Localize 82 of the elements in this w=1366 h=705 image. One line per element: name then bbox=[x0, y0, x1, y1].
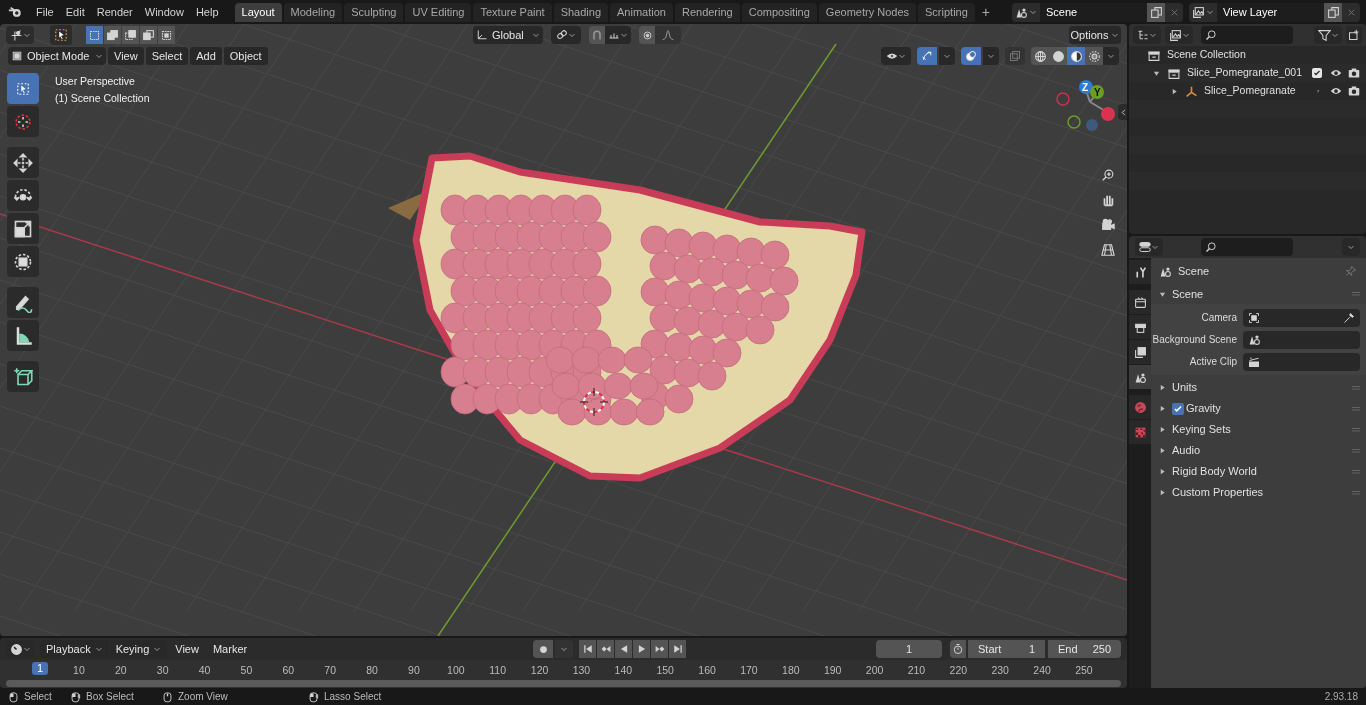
current-frame-field[interactable]: 1 bbox=[876, 640, 942, 658]
workspace-tab[interactable]: Modeling bbox=[283, 2, 343, 22]
frame-number: 190 bbox=[822, 663, 843, 678]
frame-number: 250 bbox=[1074, 663, 1094, 678]
version-label: 2.93.18 bbox=[1324, 690, 1358, 704]
frame-number: 210 bbox=[906, 663, 927, 678]
viewport-menu[interactable]: View bbox=[108, 47, 144, 65]
panel-title[interactable]: Scene bbox=[1172, 285, 1204, 303]
menu-item[interactable]: Window bbox=[138, 2, 190, 22]
menu-item[interactable]: Help bbox=[189, 2, 225, 22]
scene-name-field[interactable]: Scene bbox=[1040, 2, 1147, 22]
status-hint: Zoom View bbox=[178, 690, 228, 704]
field-label: Camera bbox=[1200, 311, 1238, 325]
panel-title[interactable]: Rigid Body World bbox=[1172, 463, 1257, 480]
panel-title[interactable]: Units bbox=[1172, 379, 1198, 396]
options-dropdown[interactable]: Options bbox=[1069, 26, 1121, 44]
panel-title[interactable]: Audio bbox=[1172, 442, 1201, 459]
workspace-tab[interactable]: UV Editing bbox=[405, 2, 472, 22]
timeline-dropdown[interactable]: Playback bbox=[40, 640, 109, 658]
mode-dropdown[interactable]: Object Mode bbox=[8, 47, 106, 65]
workspace-tab[interactable]: Rendering bbox=[674, 2, 740, 22]
status-hint: Box Select bbox=[86, 690, 134, 704]
panel-title[interactable]: Custom Properties bbox=[1172, 484, 1264, 501]
viewport-info-text: (1) Scene Collection bbox=[55, 92, 150, 104]
menu-item[interactable]: File bbox=[30, 2, 60, 22]
end-frame-field[interactable]: End 250 bbox=[1048, 640, 1121, 658]
frame-number: 130 bbox=[571, 663, 592, 678]
outliner-item[interactable]: Scene Collection bbox=[1167, 47, 1246, 63]
frame-number: 60 bbox=[281, 663, 296, 678]
panel-title[interactable]: Gravity bbox=[1186, 400, 1221, 417]
workspace-tab[interactable]: Compositing bbox=[741, 2, 817, 22]
status-hint: Lasso Select bbox=[324, 690, 382, 704]
view-layer-name-field[interactable]: View Layer bbox=[1217, 2, 1324, 22]
frame-number: 50 bbox=[239, 663, 254, 678]
workspace-tab[interactable]: Geometry Nodes bbox=[818, 2, 916, 22]
frame-number: 30 bbox=[155, 663, 170, 678]
playhead-frame-indicator[interactable]: 1 bbox=[32, 662, 49, 675]
outliner-item[interactable]: Slice_Pomegranate_001 bbox=[1187, 65, 1302, 81]
timeline-menu[interactable]: Marker bbox=[206, 640, 254, 658]
frame-number: 170 bbox=[739, 663, 759, 678]
orientation-dropdown[interactable]: Global bbox=[473, 26, 543, 44]
status-hint: Select bbox=[24, 690, 52, 704]
field-label: Active Clip bbox=[1188, 355, 1238, 369]
frame-number: 180 bbox=[781, 663, 801, 678]
frame-number: 240 bbox=[1032, 663, 1052, 678]
workspace-tab[interactable]: Scripting bbox=[918, 2, 975, 22]
workspace-tab[interactable]: Layout bbox=[234, 2, 282, 22]
frame-number: 90 bbox=[407, 663, 421, 678]
frame-number: 160 bbox=[697, 663, 717, 678]
field-label: Background Scene bbox=[1151, 333, 1238, 347]
frame-number: 70 bbox=[323, 663, 338, 678]
workspace-tab[interactable]: Texture Paint bbox=[473, 2, 552, 22]
viewport-menu[interactable]: Object bbox=[223, 47, 268, 65]
axis-label: Z bbox=[1082, 82, 1089, 93]
outliner-item[interactable]: Slice_Pomegranate bbox=[1204, 83, 1296, 99]
viewport-menu[interactable]: Select bbox=[145, 47, 189, 65]
menu-item[interactable]: Edit bbox=[59, 2, 91, 22]
frame-number: 220 bbox=[948, 663, 969, 678]
frame-number: 40 bbox=[197, 663, 212, 678]
frame-number: 110 bbox=[488, 663, 508, 678]
frame-number: 20 bbox=[113, 663, 128, 678]
viewport-info-text: User Perspective bbox=[55, 75, 136, 87]
viewport-menu[interactable]: Add bbox=[190, 47, 222, 65]
frame-number: 200 bbox=[864, 663, 885, 678]
frame-number: 140 bbox=[613, 663, 634, 678]
frame-number: 100 bbox=[446, 663, 466, 678]
timeline-menu[interactable]: View bbox=[169, 640, 205, 658]
panel-title[interactable]: Keying Sets bbox=[1172, 421, 1231, 438]
timeline-dropdown[interactable]: Keying bbox=[109, 640, 168, 658]
context-label: Scene bbox=[1178, 263, 1210, 279]
frame-number: 10 bbox=[72, 663, 86, 678]
workspace-tab[interactable]: Shading bbox=[553, 2, 609, 22]
axis-label: Y bbox=[1094, 87, 1101, 98]
menu-item[interactable]: Render bbox=[90, 2, 139, 22]
workspace-tab[interactable]: Sculpting bbox=[344, 2, 404, 22]
frame-number: 80 bbox=[365, 663, 379, 678]
frame-number: 150 bbox=[655, 663, 675, 678]
workspace-tab[interactable]: Animation bbox=[610, 2, 673, 22]
frame-number: 230 bbox=[990, 663, 1010, 678]
frame-number: 120 bbox=[529, 663, 550, 678]
start-frame-field[interactable]: Start 1 bbox=[968, 640, 1045, 658]
add-workspace-button[interactable]: + bbox=[976, 2, 995, 22]
